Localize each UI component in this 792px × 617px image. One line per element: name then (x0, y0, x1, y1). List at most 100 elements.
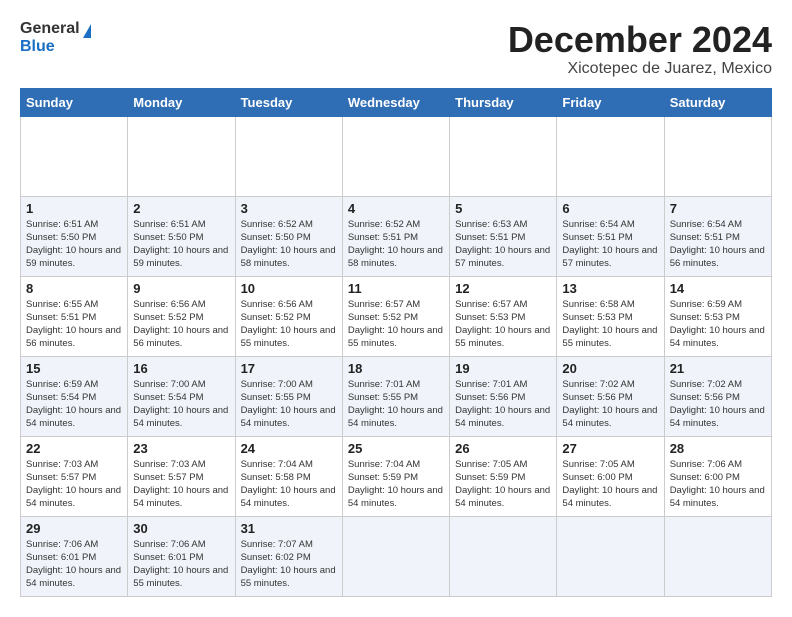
day-number: 4 (348, 201, 444, 216)
title-section: December 2024 Xicotepec de Juarez, Mexic… (508, 20, 772, 78)
cell-content: 2Sunrise: 6:51 AM Sunset: 5:50 PM Daylig… (133, 201, 229, 271)
table-row: 14Sunrise: 6:59 AM Sunset: 5:53 PM Dayli… (664, 276, 771, 356)
table-row: 28Sunrise: 7:06 AM Sunset: 6:00 PM Dayli… (664, 436, 771, 516)
day-info: Sunrise: 7:02 AM Sunset: 5:56 PM Dayligh… (562, 378, 658, 431)
cell-content: 30Sunrise: 7:06 AM Sunset: 6:01 PM Dayli… (133, 521, 229, 591)
day-info: Sunrise: 6:54 AM Sunset: 5:51 PM Dayligh… (562, 218, 658, 271)
day-info: Sunrise: 7:06 AM Sunset: 6:01 PM Dayligh… (26, 538, 122, 591)
day-number: 13 (562, 281, 658, 296)
cell-content: 7Sunrise: 6:54 AM Sunset: 5:51 PM Daylig… (670, 201, 766, 271)
col-friday: Friday (557, 88, 664, 116)
header-row: Sunday Monday Tuesday Wednesday Thursday… (21, 88, 772, 116)
col-saturday: Saturday (664, 88, 771, 116)
day-number: 10 (241, 281, 337, 296)
cell-content: 31Sunrise: 7:07 AM Sunset: 6:02 PM Dayli… (241, 521, 337, 591)
day-info: Sunrise: 7:07 AM Sunset: 6:02 PM Dayligh… (241, 538, 337, 591)
cell-content: 14Sunrise: 6:59 AM Sunset: 5:53 PM Dayli… (670, 281, 766, 351)
calendar-week-row: 8Sunrise: 6:55 AM Sunset: 5:51 PM Daylig… (21, 276, 772, 356)
table-row: 12Sunrise: 6:57 AM Sunset: 5:53 PM Dayli… (450, 276, 557, 356)
day-number: 8 (26, 281, 122, 296)
day-info: Sunrise: 6:56 AM Sunset: 5:52 PM Dayligh… (241, 298, 337, 351)
cell-content: 6Sunrise: 6:54 AM Sunset: 5:51 PM Daylig… (562, 201, 658, 271)
day-number: 11 (348, 281, 444, 296)
calendar-table: Sunday Monday Tuesday Wednesday Thursday… (20, 88, 772, 597)
cell-content: 22Sunrise: 7:03 AM Sunset: 5:57 PM Dayli… (26, 441, 122, 511)
cell-content: 17Sunrise: 7:00 AM Sunset: 5:55 PM Dayli… (241, 361, 337, 431)
table-row (342, 116, 449, 196)
day-info: Sunrise: 7:04 AM Sunset: 5:58 PM Dayligh… (241, 458, 337, 511)
table-row (450, 516, 557, 596)
cell-content: 20Sunrise: 7:02 AM Sunset: 5:56 PM Dayli… (562, 361, 658, 431)
cell-content: 21 Sunrise: 7:02 AM Sunset: 5:56 PM Dayli… (670, 361, 766, 431)
cell-content: 29Sunrise: 7:06 AM Sunset: 6:01 PM Dayli… (26, 521, 122, 591)
cell-content: 3Sunrise: 6:52 AM Sunset: 5:50 PM Daylig… (241, 201, 337, 271)
table-row: 7Sunrise: 6:54 AM Sunset: 5:51 PM Daylig… (664, 196, 771, 276)
day-number: 2 (133, 201, 229, 216)
header: General Blue December 2024 Xicotepec de … (20, 20, 772, 78)
calendar-week-row: 15Sunrise: 6:59 AM Sunset: 5:54 PM Dayli… (21, 356, 772, 436)
day-number: 27 (562, 441, 658, 456)
table-row: 9Sunrise: 6:56 AM Sunset: 5:52 PM Daylig… (128, 276, 235, 356)
day-number: 14 (670, 281, 766, 296)
col-tuesday: Tuesday (235, 88, 342, 116)
col-sunday: Sunday (21, 88, 128, 116)
calendar-week-row: 1Sunrise: 6:51 AM Sunset: 5:50 PM Daylig… (21, 196, 772, 276)
day-info: Sunrise: 7:04 AM Sunset: 5:59 PM Dayligh… (348, 458, 444, 511)
day-info: Sunrise: 7:01 AM Sunset: 5:56 PM Dayligh… (455, 378, 551, 431)
cell-content: 23 Sunrise: 7:03 AM Sunset: 5:57 PM Dayli… (133, 441, 229, 511)
logo: General Blue (20, 20, 91, 55)
cell-content: 9Sunrise: 6:56 AM Sunset: 5:52 PM Daylig… (133, 281, 229, 351)
day-info: Sunrise: 6:51 AM Sunset: 5:50 PM Dayligh… (26, 218, 122, 271)
table-row: 19 Sunrise: 7:01 AM Sunset: 5:56 PM Dayli… (450, 356, 557, 436)
table-row (557, 516, 664, 596)
day-info: Sunrise: 7:01 AM Sunset: 5:55 PM Dayligh… (348, 378, 444, 431)
table-row: 23 Sunrise: 7:03 AM Sunset: 5:57 PM Dayli… (128, 436, 235, 516)
table-row (664, 116, 771, 196)
cell-content: 10 Sunrise: 6:56 AM Sunset: 5:52 PM Dayli… (241, 281, 337, 351)
table-row: 11Sunrise: 6:57 AM Sunset: 5:52 PM Dayli… (342, 276, 449, 356)
day-number: 21 (670, 361, 766, 376)
table-row (128, 116, 235, 196)
cell-content: 8Sunrise: 6:55 AM Sunset: 5:51 PM Daylig… (26, 281, 122, 351)
day-number: 12 (455, 281, 551, 296)
table-row: 2Sunrise: 6:51 AM Sunset: 5:50 PM Daylig… (128, 196, 235, 276)
cell-content: 28Sunrise: 7:06 AM Sunset: 6:00 PM Dayli… (670, 441, 766, 511)
day-info: Sunrise: 7:03 AM Sunset: 5:57 PM Dayligh… (26, 458, 122, 511)
calendar-week-row: 22Sunrise: 7:03 AM Sunset: 5:57 PM Dayli… (21, 436, 772, 516)
cell-content: 13 Sunrise: 6:58 AM Sunset: 5:53 PM Dayli… (562, 281, 658, 351)
table-row: 30Sunrise: 7:06 AM Sunset: 6:01 PM Dayli… (128, 516, 235, 596)
day-info: Sunrise: 6:52 AM Sunset: 5:50 PM Dayligh… (241, 218, 337, 271)
calendar-subtitle: Xicotepec de Juarez, Mexico (508, 60, 772, 78)
day-info: Sunrise: 6:58 AM Sunset: 5:53 PM Dayligh… (562, 298, 658, 351)
day-info: Sunrise: 7:00 AM Sunset: 5:55 PM Dayligh… (241, 378, 337, 431)
day-number: 16 (133, 361, 229, 376)
table-row: 16 Sunrise: 7:00 AM Sunset: 5:54 PM Dayli… (128, 356, 235, 436)
table-row (342, 516, 449, 596)
day-number: 23 (133, 441, 229, 456)
day-number: 25 (348, 441, 444, 456)
table-row: 31Sunrise: 7:07 AM Sunset: 6:02 PM Dayli… (235, 516, 342, 596)
table-row: 3Sunrise: 6:52 AM Sunset: 5:50 PM Daylig… (235, 196, 342, 276)
table-row: 13 Sunrise: 6:58 AM Sunset: 5:53 PM Dayli… (557, 276, 664, 356)
logo-blue: Blue (20, 38, 91, 56)
calendar-week-row: 29Sunrise: 7:06 AM Sunset: 6:01 PM Dayli… (21, 516, 772, 596)
table-row: 5Sunrise: 6:53 AM Sunset: 5:51 PM Daylig… (450, 196, 557, 276)
day-info: Sunrise: 7:05 AM Sunset: 6:00 PM Dayligh… (562, 458, 658, 511)
day-info: Sunrise: 7:03 AM Sunset: 5:57 PM Dayligh… (133, 458, 229, 511)
table-row: 4Sunrise: 6:52 AM Sunset: 5:51 PM Daylig… (342, 196, 449, 276)
table-row (450, 116, 557, 196)
day-number: 9 (133, 281, 229, 296)
day-info: Sunrise: 7:00 AM Sunset: 5:54 PM Dayligh… (133, 378, 229, 431)
table-row: 25 Sunrise: 7:04 AM Sunset: 5:59 PM Dayli… (342, 436, 449, 516)
day-number: 24 (241, 441, 337, 456)
day-info: Sunrise: 7:02 AM Sunset: 5:56 PM Dayligh… (670, 378, 766, 431)
cell-content: 26Sunrise: 7:05 AM Sunset: 5:59 PM Dayli… (455, 441, 551, 511)
day-number: 30 (133, 521, 229, 536)
table-row (21, 116, 128, 196)
calendar-title: December 2024 (508, 20, 772, 60)
day-number: 19 (455, 361, 551, 376)
logo-general: General (20, 20, 91, 38)
day-number: 26 (455, 441, 551, 456)
table-row: 15Sunrise: 6:59 AM Sunset: 5:54 PM Dayli… (21, 356, 128, 436)
table-row: 20Sunrise: 7:02 AM Sunset: 5:56 PM Dayli… (557, 356, 664, 436)
